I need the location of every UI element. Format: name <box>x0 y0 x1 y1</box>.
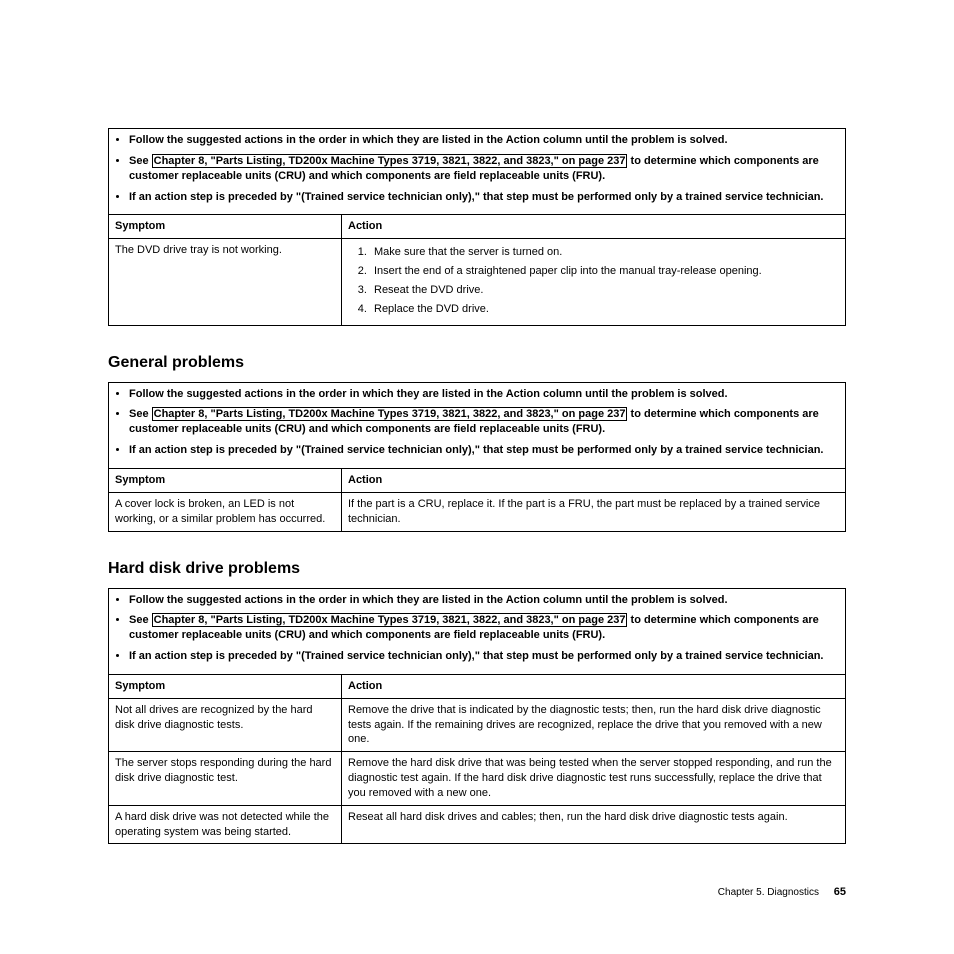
notes-cell: Follow the suggested actions in the orde… <box>109 588 846 674</box>
hdd-table: Follow the suggested actions in the orde… <box>108 588 846 845</box>
action-cell: Remove the hard disk drive that was bein… <box>342 752 846 806</box>
hdd-heading: Hard disk drive problems <box>108 560 846 578</box>
action-cell: Remove the drive that is indicated by th… <box>342 698 846 752</box>
general-table: Follow the suggested actions in the orde… <box>108 382 846 532</box>
note-3: If an action step is preceded by "(Train… <box>129 190 839 205</box>
header-action: Action <box>342 674 846 698</box>
header-action: Action <box>342 215 846 239</box>
page-footer: Chapter 5. Diagnostics 65 <box>718 886 846 898</box>
header-symptom: Symptom <box>109 215 342 239</box>
note-3: If an action step is preceded by "(Train… <box>129 443 839 458</box>
symptom-cell: Not all drives are recognized by the har… <box>109 698 342 752</box>
note-2: See Chapter 8, "Parts Listing, TD200x Ma… <box>129 154 839 184</box>
list-item: Insert the end of a straightened paper c… <box>370 264 839 279</box>
table-row: Not all drives are recognized by the har… <box>109 698 846 752</box>
note-2-pre: See <box>129 408 152 420</box>
note-3: If an action step is preceded by "(Train… <box>129 649 839 664</box>
notes-cell: Follow the suggested actions in the orde… <box>109 129 846 215</box>
note-2: See Chapter 8, "Parts Listing, TD200x Ma… <box>129 613 839 643</box>
list-item: Make sure that the server is turned on. <box>370 245 839 260</box>
note-1: Follow the suggested actions in the orde… <box>129 133 839 148</box>
symptom-cell: The server stops responding during the h… <box>109 752 342 806</box>
table-row: A hard disk drive was not detected while… <box>109 805 846 844</box>
chapter-8-link[interactable]: Chapter 8, "Parts Listing, TD200x Machin… <box>152 407 628 421</box>
note-1: Follow the suggested actions in the orde… <box>129 387 839 402</box>
notes-cell: Follow the suggested actions in the orde… <box>109 382 846 468</box>
header-symptom: Symptom <box>109 468 342 492</box>
note-2: See Chapter 8, "Parts Listing, TD200x Ma… <box>129 407 839 437</box>
page-content: Follow the suggested actions in the orde… <box>0 0 954 844</box>
action-cell: Make sure that the server is turned on. … <box>342 239 846 325</box>
note-1: Follow the suggested actions in the orde… <box>129 593 839 608</box>
action-cell: Reseat all hard disk drives and cables; … <box>342 805 846 844</box>
table-row: A cover lock is broken, an LED is not wo… <box>109 492 846 531</box>
list-item: Replace the DVD drive. <box>370 302 839 317</box>
symptom-cell: A hard disk drive was not detected while… <box>109 805 342 844</box>
header-action: Action <box>342 468 846 492</box>
footer-page-number: 65 <box>834 886 846 898</box>
action-cell: If the part is a CRU, replace it. If the… <box>342 492 846 531</box>
general-heading: General problems <box>108 354 846 372</box>
note-2-pre: See <box>129 614 152 626</box>
symptom-cell: The DVD drive tray is not working. <box>109 239 342 325</box>
chapter-8-link[interactable]: Chapter 8, "Parts Listing, TD200x Machin… <box>152 154 628 168</box>
footer-chapter: Chapter 5. Diagnostics <box>718 887 819 898</box>
chapter-8-link[interactable]: Chapter 8, "Parts Listing, TD200x Machin… <box>152 613 628 627</box>
table-row: The server stops responding during the h… <box>109 752 846 806</box>
dvd-table: Follow the suggested actions in the orde… <box>108 128 846 326</box>
table-row: The DVD drive tray is not working. Make … <box>109 239 846 325</box>
note-2-pre: See <box>129 155 152 167</box>
header-symptom: Symptom <box>109 674 342 698</box>
symptom-cell: A cover lock is broken, an LED is not wo… <box>109 492 342 531</box>
list-item: Reseat the DVD drive. <box>370 283 839 298</box>
